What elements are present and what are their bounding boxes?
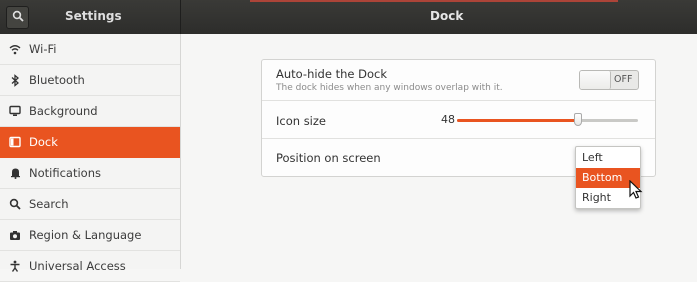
- sidebar-item-label: Wi-Fi: [29, 42, 57, 56]
- sidebar-item-label: Bluetooth: [29, 73, 85, 87]
- option-label: Bottom: [582, 171, 623, 184]
- page-title: Dock: [430, 9, 464, 23]
- position-label: Position on screen: [276, 151, 381, 165]
- sidebar-item-background[interactable]: Background: [0, 96, 180, 127]
- sidebar-item-region-language[interactable]: Region & Language: [0, 220, 180, 251]
- dock-icon: [8, 135, 22, 149]
- accessibility-icon: [8, 259, 22, 273]
- icon-size-slider[interactable]: [457, 113, 638, 126]
- sidebar-item-dock[interactable]: Dock: [0, 127, 180, 158]
- sidebar: Wi-Fi Bluetooth Background Dock Notifica…: [0, 34, 181, 282]
- switch-knob: [580, 71, 611, 89]
- dropdown-option-left[interactable]: Left: [576, 148, 640, 168]
- autohide-row: Auto-hide the Dock The dock hides when a…: [262, 60, 655, 101]
- sidebar-item-universal-access[interactable]: Universal Access: [0, 251, 180, 282]
- search-icon: [8, 197, 22, 211]
- sidebar-item-label: Search: [29, 197, 69, 211]
- switch-state-label: OFF: [614, 74, 633, 85]
- option-label: Right: [582, 191, 611, 204]
- sidebar-item-label: Universal Access: [29, 259, 126, 273]
- sidebar-item-wifi[interactable]: Wi-Fi: [0, 34, 180, 65]
- icon-size-row: Icon size 48: [262, 100, 655, 139]
- bluetooth-icon: [8, 73, 22, 87]
- option-label: Left: [582, 151, 603, 164]
- sidebar-item-label: Notifications: [29, 166, 101, 180]
- camera-icon: [8, 228, 22, 242]
- autohide-subtitle: The dock hides when any windows overlap …: [276, 83, 503, 93]
- autohide-switch[interactable]: OFF: [579, 70, 639, 90]
- mouse-cursor-icon: [629, 179, 643, 200]
- bell-icon: [8, 166, 22, 180]
- sidebar-item-label: Background: [29, 104, 98, 118]
- slider-fill: [457, 119, 579, 122]
- search-button[interactable]: [6, 6, 29, 29]
- slider-handle[interactable]: [574, 113, 583, 126]
- sidebar-item-search[interactable]: Search: [0, 189, 180, 220]
- icon-size-label: Icon size: [276, 114, 326, 128]
- autohide-title: Auto-hide the Dock: [276, 67, 387, 81]
- settings-title: Settings: [65, 9, 122, 23]
- search-icon: [12, 10, 24, 25]
- sidebar-item-bluetooth[interactable]: Bluetooth: [0, 65, 180, 96]
- sidebar-item-label: Dock: [29, 135, 58, 149]
- sidebar-item-notifications[interactable]: Notifications: [0, 158, 180, 189]
- monitor-icon: [8, 104, 22, 118]
- sidebar-item-label: Region & Language: [29, 228, 142, 242]
- header-divider: [180, 0, 181, 34]
- wifi-icon: [8, 42, 22, 56]
- icon-size-value: 48: [441, 113, 455, 126]
- header-accent-line: [250, 0, 618, 2]
- header-bar: Settings Dock: [0, 0, 697, 34]
